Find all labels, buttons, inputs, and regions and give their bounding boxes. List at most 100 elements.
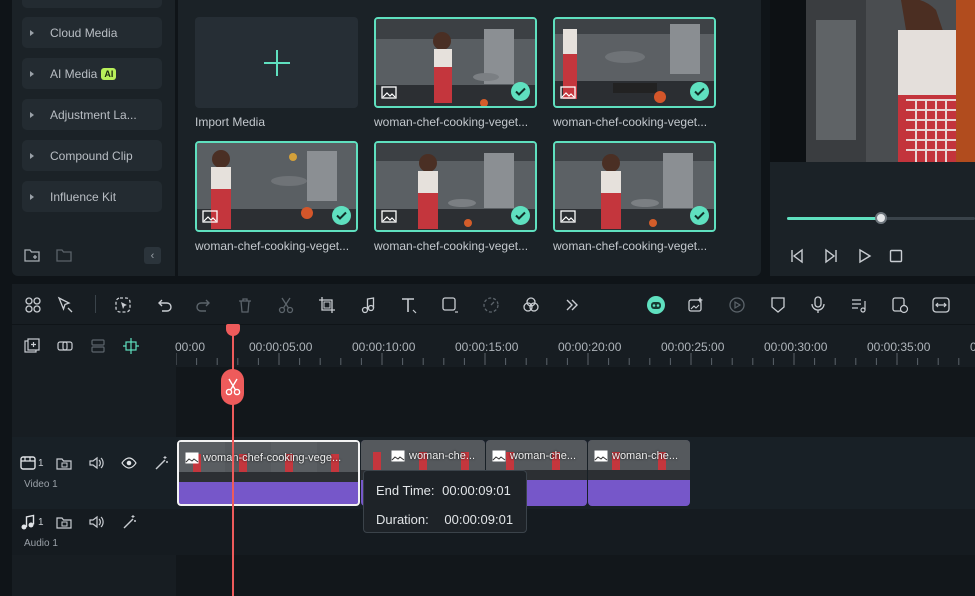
media-thumbnail[interactable] (553, 17, 716, 108)
crop-icon[interactable] (318, 296, 336, 314)
import-media-button[interactable] (195, 17, 358, 108)
speed-icon[interactable] (482, 296, 500, 314)
split-at-playhead-button[interactable] (221, 369, 244, 405)
fit-timeline-icon[interactable] (932, 296, 950, 314)
folder-lock-icon[interactable] (56, 455, 72, 471)
progress-fill (787, 217, 881, 220)
media-item-label: woman-chef-cooking-veget... (195, 239, 350, 253)
ruler-tick-label: 00:00:05:00 (249, 340, 313, 354)
clip-title: woman-che... (409, 450, 476, 462)
duration-value: 00:00:09:01 (444, 512, 514, 527)
folder-icon[interactable] (56, 248, 72, 262)
expand-arrow-icon (30, 152, 34, 159)
music-note-icon (21, 514, 35, 530)
step-back-icon[interactable] (789, 248, 805, 264)
magic-wand-icon[interactable] (121, 514, 137, 530)
sidebar-item-compound-clip[interactable]: Compound Clip (22, 140, 162, 171)
speaker-icon[interactable] (88, 514, 104, 530)
link-clips-icon[interactable] (57, 338, 73, 354)
shape-icon[interactable] (441, 296, 459, 314)
video-clip[interactable]: woman-che... (588, 440, 690, 506)
speaker-icon[interactable] (88, 455, 104, 471)
media-thumbnail[interactable] (374, 17, 537, 108)
sidebar-item-influence-kit[interactable]: Influence Kit (22, 181, 162, 212)
sidebar-item-label: AI Media (50, 66, 98, 81)
sidebar-item-adjustment-layer[interactable]: Adjustment La... (22, 99, 162, 130)
more-tools-icon[interactable] (563, 296, 581, 314)
smart-select-icon[interactable] (114, 296, 132, 314)
video-clip[interactable]: woman-chef-cooking-vege... (177, 440, 360, 506)
microphone-icon[interactable] (809, 296, 827, 314)
checkmark-icon (511, 206, 530, 225)
plus-icon (263, 49, 290, 76)
render-preview-icon[interactable] (728, 296, 746, 314)
image-icon (594, 450, 608, 462)
preview-video-frame (806, 0, 975, 162)
clip-info-tooltip: End Time: 00:00:09:01 Duration: 00:00:09… (363, 470, 527, 533)
new-folder-icon[interactable] (24, 248, 40, 262)
ruler-tick-label: 00:00:20:00 (558, 340, 622, 354)
eye-icon[interactable] (121, 455, 137, 471)
add-track-icon[interactable] (24, 338, 40, 354)
preview-player (770, 0, 975, 276)
color-icon[interactable] (522, 296, 540, 314)
media-thumbnail[interactable] (553, 141, 716, 232)
track-name: Audio 1 (24, 538, 58, 549)
redo-icon[interactable] (195, 296, 213, 314)
kitchen-scene-image (806, 0, 975, 162)
end-time-row: End Time: 00:00:09:01 (376, 483, 511, 498)
collapse-panel-button[interactable]: ‹ (144, 247, 161, 264)
image-icon (381, 86, 397, 99)
checkmark-icon (511, 82, 530, 101)
audio-edit-icon[interactable] (359, 296, 377, 314)
grid-layout-icon[interactable] (24, 296, 42, 314)
play-icon[interactable] (856, 248, 872, 264)
ruler-tick-label: 00:00:35:00 (867, 340, 931, 354)
scissors-icon[interactable] (277, 296, 295, 314)
edit-toolbar (12, 284, 975, 324)
checkmark-icon (690, 206, 709, 225)
ruler-tick-label: 00:00:15:00 (455, 340, 519, 354)
stop-icon[interactable] (888, 248, 904, 264)
media-item-label: woman-chef-cooking-veget... (374, 239, 529, 253)
sidebar-item-prev[interactable] (22, 0, 162, 8)
ai-image-icon[interactable] (687, 296, 705, 314)
ruler-tick-label: 00:00:30:00 (764, 340, 828, 354)
expand-arrow-icon (30, 29, 34, 36)
track-name: Video 1 (24, 479, 58, 490)
marker-icon[interactable] (769, 296, 787, 314)
text-icon[interactable] (400, 296, 418, 314)
track-layout-icon[interactable] (90, 338, 106, 354)
magnetic-snap-icon[interactable] (123, 338, 139, 354)
media-thumbnail[interactable] (195, 141, 358, 232)
duration-label: Duration: (376, 512, 429, 527)
sidebar-item-label: Adjustment La... (50, 107, 137, 122)
sidebar-item-ai-media[interactable]: AI Media AI (22, 58, 162, 89)
sidebar-item-label: Compound Clip (50, 148, 133, 163)
clip-thumbnail-strip: woman-che... (588, 440, 690, 480)
select-pointer-icon[interactable] (56, 296, 74, 314)
ai-assistant-icon[interactable] (646, 295, 666, 315)
video-track-icon (20, 456, 36, 470)
progress-handle[interactable] (875, 212, 887, 224)
media-item-label: woman-chef-cooking-veget... (553, 115, 708, 129)
delete-icon[interactable] (236, 296, 254, 314)
sidebar-item-cloud-media[interactable]: Cloud Media (22, 17, 162, 48)
ruler-tick-label: 00:00:10:00 (352, 340, 416, 354)
playback-progress-slider[interactable] (787, 212, 975, 224)
folder-lock-icon[interactable] (56, 514, 72, 530)
magic-wand-icon[interactable] (153, 455, 169, 471)
ai-badge: AI (101, 67, 117, 80)
undo-icon[interactable] (155, 296, 173, 314)
duration-row: Duration: 00:00:09:01 (376, 512, 513, 527)
track-number: 1 (38, 458, 44, 469)
media-thumbnail[interactable] (374, 141, 537, 232)
ruler-tick-label: 00:00:25:00 (661, 340, 725, 354)
clip-settings-icon[interactable] (891, 296, 909, 314)
track-number: 1 (38, 517, 44, 528)
timeline-ruler[interactable]: 00:00 00:00:05:00 00:00:10:00 00:00:15:0… (175, 325, 975, 367)
audio-mixer-icon[interactable] (850, 296, 868, 314)
sidebar-item-label: Influence Kit (50, 189, 117, 204)
step-forward-icon[interactable] (823, 248, 839, 264)
clip-title: woman-chef-cooking-vege... (203, 452, 342, 464)
